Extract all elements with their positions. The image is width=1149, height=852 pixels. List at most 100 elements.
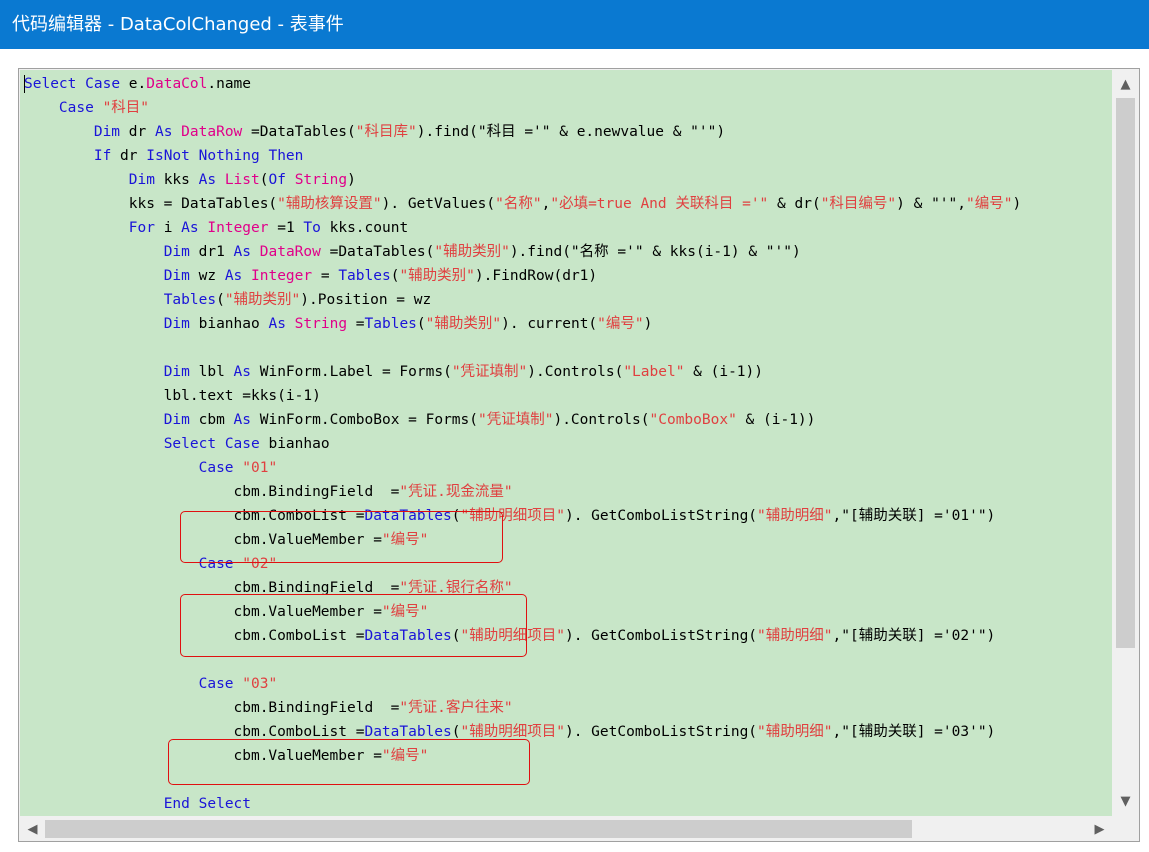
code-token: Tables: [163, 292, 217, 308]
code-line[interactable]: Dim bianhao As String =Tables("辅助类别"). c…: [24, 312, 653, 336]
code-token: cbm.BindingField =: [24, 484, 400, 500]
code-token: As: [154, 124, 173, 140]
code-token: Of: [268, 172, 286, 188]
scroll-right-icon[interactable]: ▶: [1087, 817, 1112, 842]
code-token: If: [93, 148, 112, 164]
code-line[interactable]: Case "03": [24, 672, 278, 696]
code-token: ). GetComboListString(: [564, 724, 758, 740]
scroll-left-icon[interactable]: ◀: [20, 817, 45, 842]
code-line[interactable]: Select Case e.DataCol.name: [24, 72, 251, 96]
code-token: lbl: [189, 364, 234, 380]
code-token: dr1: [189, 244, 234, 260]
code-token: ). GetValues(: [381, 196, 496, 212]
code-token: WinForm.ComboBox = Forms(: [251, 412, 478, 428]
code-token: ) & "'",: [896, 196, 966, 212]
code-line[interactable]: End Select: [24, 792, 251, 816]
code-token: wz: [189, 268, 225, 284]
code-token: Select: [163, 436, 217, 452]
code-token: "辅助明细": [757, 628, 833, 644]
vertical-scrollbar[interactable]: ▲ ▼: [1113, 70, 1138, 816]
code-token: As: [198, 172, 217, 188]
code-token: cbm: [189, 412, 234, 428]
code-token: As: [181, 220, 199, 236]
code-token: Select: [198, 796, 252, 812]
code-token: =1: [268, 220, 304, 236]
code-token: Dim: [163, 412, 190, 428]
code-line[interactable]: Dim dr1 As DataRow =DataTables("辅助类别").f…: [24, 240, 801, 264]
code-token: "Label": [623, 364, 685, 380]
code-line[interactable]: lbl.text =kks(i-1): [24, 384, 321, 408]
code-token: DataRow: [259, 244, 321, 260]
code-token: Case: [198, 676, 234, 692]
code-token: dr: [120, 124, 155, 140]
code-token: DataRow: [181, 124, 243, 140]
horizontal-scrollbar[interactable]: ◀ ▶: [20, 817, 1113, 841]
code-token: ): [643, 316, 653, 332]
code-token: (: [451, 724, 461, 740]
code-token: "辅助核算设置": [277, 196, 382, 212]
code-token: Integer: [207, 220, 269, 236]
code-token: dr: [111, 148, 147, 164]
code-token: Case: [58, 100, 94, 116]
code-line[interactable]: Dim wz As Integer = Tables("辅助类别").FindR…: [24, 264, 597, 288]
code-line[interactable]: Case "01": [24, 456, 278, 480]
code-line[interactable]: cbm.BindingField ="凭证.客户往来": [24, 696, 513, 720]
code-token: "辅助类别": [224, 292, 301, 308]
code-token: & dr(: [768, 196, 821, 212]
vertical-scroll-thumb[interactable]: [1116, 98, 1135, 648]
code-token: "凭证.现金流量": [399, 484, 513, 500]
code-token: "编号": [597, 316, 644, 332]
code-line[interactable]: cbm.BindingField ="凭证.现金流量": [24, 480, 513, 504]
code-token: i: [154, 220, 182, 236]
code-token: "科目库": [355, 124, 417, 140]
code-token: lbl.text =kks(i-1): [24, 388, 321, 404]
code-token: As: [224, 268, 243, 284]
code-line[interactable]: If dr IsNot Nothing Then: [24, 144, 304, 168]
code-line[interactable]: Dim cbm As WinForm.ComboBox = Forms("凭证填…: [24, 408, 816, 432]
code-token: bianhao: [259, 436, 330, 452]
code-token: "01": [242, 460, 278, 476]
code-line[interactable]: Dim lbl As WinForm.Label = Forms("凭证填制")…: [24, 360, 763, 384]
code-token: ). current(: [501, 316, 598, 332]
code-line[interactable]: Dim kks As List(Of String): [24, 168, 356, 192]
code-line[interactable]: Case "科目": [24, 96, 149, 120]
scroll-down-icon[interactable]: ▼: [1113, 789, 1138, 814]
code-token: Dim: [163, 316, 190, 332]
scroll-up-icon[interactable]: ▲: [1113, 72, 1138, 97]
code-token: Case: [224, 436, 260, 452]
code-editor[interactable]: Select Case e.DataCol.name Case "科目" Dim…: [20, 70, 1112, 816]
code-line[interactable]: kks = DataTables("辅助核算设置"). GetValues("名…: [24, 192, 1021, 216]
code-line[interactable]: For i As Integer =1 To kks.count: [24, 216, 408, 240]
code-token: & (i-1)): [736, 412, 816, 428]
code-editor-frame: Select Case e.DataCol.name Case "科目" Dim…: [18, 68, 1140, 842]
code-token: Nothing: [198, 148, 260, 164]
code-line[interactable]: Dim dr As DataRow =DataTables("科目库").fin…: [24, 120, 725, 144]
code-token: Tables: [338, 268, 391, 284]
code-token: e.: [120, 76, 147, 92]
code-token: "编号": [966, 196, 1013, 212]
code-token: =DataTables(: [242, 124, 356, 140]
code-token: ).Position = wz: [300, 292, 432, 308]
code-line[interactable]: cbm.ComboList =DataTables("辅助明细项目"). Get…: [24, 504, 996, 528]
code-token: Dim: [163, 268, 190, 284]
code-line[interactable]: Tables("辅助类别").Position = wz: [24, 288, 432, 312]
code-token: ).find("科目 ='" & e.newvalue & "'"): [416, 124, 726, 140]
code-line[interactable]: Select Case bianhao: [24, 432, 330, 456]
code-token: "辅助明细项目": [460, 724, 565, 740]
horizontal-scroll-thumb[interactable]: [45, 820, 912, 838]
